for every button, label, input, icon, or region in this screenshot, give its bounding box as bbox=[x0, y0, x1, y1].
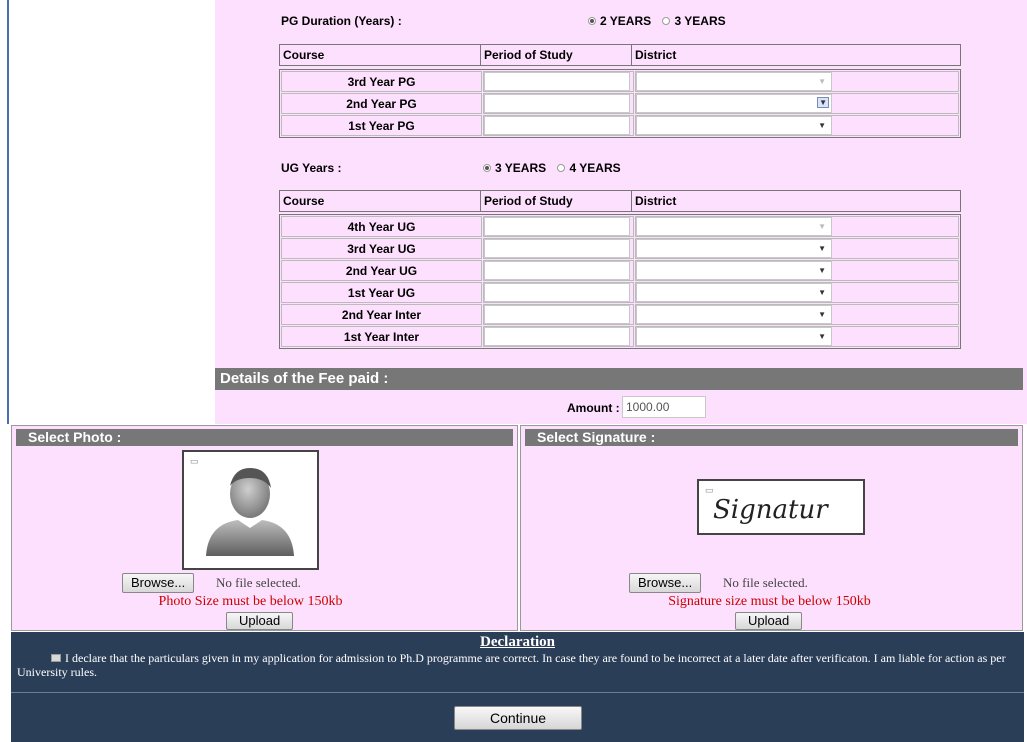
pg-duration-label: PG Duration (Years) : bbox=[281, 14, 402, 28]
table-row: 1st Year UG ▼ bbox=[281, 282, 959, 303]
course-cell: 1st Year PG bbox=[281, 115, 482, 136]
chevron-down-icon: ▼ bbox=[818, 77, 826, 86]
radio-checked-icon[interactable] bbox=[588, 16, 596, 25]
photo-upload-panel: Select Photo : ▭ Browse... No file selec… bbox=[11, 425, 518, 631]
period-input[interactable] bbox=[484, 94, 630, 113]
course-cell: 4th Year UG bbox=[281, 216, 482, 237]
signature-section-header: Select Signature : bbox=[525, 429, 1018, 446]
signature-size-note: Signature size must be below 150kb bbox=[668, 594, 871, 609]
left-border-rule bbox=[7, 0, 9, 424]
district-select[interactable]: ▼ bbox=[636, 261, 832, 280]
course-cell: 3rd Year UG bbox=[281, 238, 482, 259]
period-input[interactable] bbox=[484, 239, 630, 258]
user-avatar-placeholder-icon bbox=[206, 468, 294, 556]
pg-option-2-years[interactable]: 2 YEARS bbox=[588, 14, 651, 28]
radio-unchecked-icon[interactable] bbox=[662, 16, 671, 25]
course-cell: 2nd Year Inter bbox=[281, 304, 482, 325]
radio-checked-icon[interactable] bbox=[483, 163, 491, 172]
table-row: 1st Year PG ▼ bbox=[281, 115, 959, 136]
photo-preview: ▭ bbox=[182, 450, 319, 570]
table-row: 2nd Year UG ▼ bbox=[281, 260, 959, 281]
ug-table: 4th Year UG ▼ 3rd Year UG ▼ 2nd Year UG … bbox=[279, 214, 961, 349]
ug-table-header: Course Period of Study District bbox=[279, 190, 961, 212]
pg-table-header: Course Period of Study District bbox=[279, 44, 961, 66]
amount-label: Amount : bbox=[567, 401, 620, 415]
ug-header-period: Period of Study bbox=[481, 191, 632, 211]
district-select[interactable]: ▼ bbox=[636, 116, 832, 135]
pg-option-3-years[interactable]: 3 YEARS bbox=[662, 14, 726, 28]
signature-preview: ▭ Signatur bbox=[697, 479, 865, 535]
amount-field[interactable]: 1000.00 bbox=[622, 396, 706, 418]
radio-unchecked-icon[interactable] bbox=[557, 163, 566, 172]
period-input[interactable] bbox=[484, 261, 630, 280]
table-row: 1st Year Inter ▼ bbox=[281, 326, 959, 347]
chevron-down-icon: ▼ bbox=[818, 244, 826, 253]
district-select[interactable]: ▼ bbox=[636, 305, 832, 324]
ug-years-label: UG Years : bbox=[281, 161, 342, 175]
declaration-checkbox[interactable] bbox=[51, 654, 61, 663]
pg-header-district: District bbox=[635, 48, 677, 62]
photo-size-note: Photo Size must be below 150kb bbox=[158, 594, 343, 609]
course-cell: 2nd Year UG bbox=[281, 260, 482, 281]
course-cell: 3rd Year PG bbox=[281, 71, 482, 92]
table-row: 3rd Year PG ▼ bbox=[281, 71, 959, 92]
pg-header-period: Period of Study bbox=[481, 45, 632, 65]
period-input[interactable] bbox=[484, 283, 630, 302]
declaration-text-block: I declare that the particulars given in … bbox=[17, 651, 1019, 679]
ug-header-course: Course bbox=[280, 191, 481, 211]
signature-upload-button[interactable]: Upload bbox=[735, 612, 803, 630]
signature-preview-text: Signatur bbox=[713, 495, 828, 525]
table-row: 2nd Year Inter ▼ bbox=[281, 304, 959, 325]
declaration-text: I declare that the particulars given in … bbox=[17, 651, 1006, 679]
district-select[interactable]: ▼ bbox=[636, 72, 832, 91]
pg-duration-radio-group: 2 YEARS 3 YEARS bbox=[588, 14, 734, 28]
table-row: 3rd Year UG ▼ bbox=[281, 238, 959, 259]
table-row: 2nd Year PG ▼ bbox=[281, 93, 959, 114]
declaration-title: Declaration bbox=[480, 634, 555, 650]
chevron-down-icon: ▼ bbox=[818, 310, 826, 319]
course-cell: 1st Year Inter bbox=[281, 326, 482, 347]
district-select[interactable]: ▼ bbox=[636, 327, 832, 346]
photo-browse-button[interactable]: Browse... bbox=[122, 573, 195, 593]
ug-option-4-years-label: 4 YEARS bbox=[569, 161, 621, 175]
photo-file-status: No file selected. bbox=[216, 575, 301, 590]
declaration-divider bbox=[11, 692, 1024, 693]
ug-option-3-years-label: 3 YEARS bbox=[495, 161, 547, 175]
pg-option-3-years-label: 3 YEARS bbox=[674, 14, 726, 28]
pg-table: 3rd Year PG ▼ 2nd Year PG ▼ 1st Year PG … bbox=[279, 69, 961, 138]
period-input[interactable] bbox=[484, 305, 630, 324]
chevron-down-icon: ▼ bbox=[818, 266, 826, 275]
district-select[interactable]: ▼ bbox=[636, 239, 832, 258]
ug-years-radio-group: 3 YEARS 4 YEARS bbox=[483, 161, 629, 175]
fee-section-header: Details of the Fee paid : bbox=[215, 368, 1023, 390]
period-input[interactable] bbox=[484, 116, 630, 135]
ug-header-district: District bbox=[635, 194, 677, 208]
period-input[interactable] bbox=[484, 72, 630, 91]
pg-header-course: Course bbox=[280, 45, 481, 65]
photo-section-header: Select Photo : bbox=[16, 429, 513, 446]
signature-upload-panel: Select Signature : ▭ Signatur Browse... … bbox=[520, 425, 1023, 631]
table-row: 4th Year UG ▼ bbox=[281, 216, 959, 237]
chevron-down-icon: ▼ bbox=[818, 121, 826, 130]
signature-browse-button[interactable]: Browse... bbox=[629, 573, 702, 593]
district-select[interactable]: ▼ bbox=[636, 94, 832, 113]
district-select[interactable]: ▼ bbox=[636, 217, 832, 236]
continue-button[interactable]: Continue bbox=[454, 706, 582, 730]
period-input[interactable] bbox=[484, 217, 630, 236]
chevron-down-icon: ▼ bbox=[818, 332, 826, 341]
chevron-down-icon: ▼ bbox=[818, 288, 826, 297]
photo-upload-button[interactable]: Upload bbox=[226, 612, 294, 630]
pg-option-2-years-label: 2 YEARS bbox=[600, 14, 652, 28]
declaration-section: Declaration I declare that the particula… bbox=[11, 632, 1024, 742]
district-select[interactable]: ▼ bbox=[636, 283, 832, 302]
signature-file-status: No file selected. bbox=[723, 575, 808, 590]
course-cell: 1st Year UG bbox=[281, 282, 482, 303]
ug-option-3-years[interactable]: 3 YEARS bbox=[483, 161, 546, 175]
chevron-down-icon: ▼ bbox=[817, 97, 829, 108]
period-input[interactable] bbox=[484, 327, 630, 346]
education-form-panel: PG Duration (Years) : 2 YEARS 3 YEARS Co… bbox=[215, 0, 1027, 424]
chevron-down-icon: ▼ bbox=[818, 222, 826, 231]
course-cell: 2nd Year PG bbox=[281, 93, 482, 114]
ug-option-4-years[interactable]: 4 YEARS bbox=[557, 161, 621, 175]
